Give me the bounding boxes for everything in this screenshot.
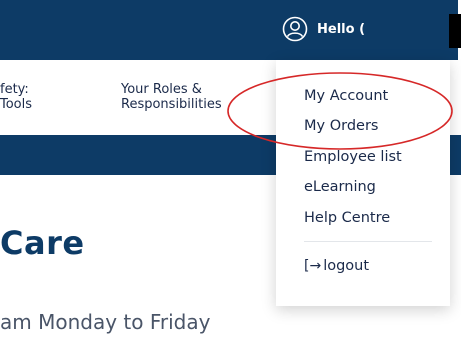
menu-item-my-orders[interactable]: My Orders: [304, 118, 378, 134]
subnav-item-line2: Responsibilities: [121, 97, 222, 112]
menu-item-my-account[interactable]: My Account: [304, 88, 388, 104]
header-edge-block: [449, 14, 461, 48]
menu-item-employee-list[interactable]: Employee list: [304, 149, 402, 165]
menu-divider: [304, 241, 432, 242]
menu-item-elearning[interactable]: eLearning: [304, 179, 376, 195]
page-title: Care: [0, 224, 85, 262]
top-header-bar: [0, 0, 458, 60]
subnav-item-safety-tools[interactable]: fety: Tools: [0, 82, 32, 112]
logout-icon: [→: [304, 258, 322, 274]
account-dropdown-menu: My Account My Orders Employee list eLear…: [276, 60, 450, 306]
user-menu-toggle[interactable]: Hello (: [282, 16, 365, 42]
user-greeting: Hello (: [317, 21, 366, 37]
subnav-item-line1: Your Roles &: [121, 82, 202, 97]
user-circle-icon: [282, 16, 308, 42]
logout-button[interactable]: [→ logout: [304, 258, 369, 274]
subnav-item-line2: Tools: [0, 97, 33, 112]
subnav-item-roles[interactable]: Your Roles & Responsibilities: [121, 82, 222, 112]
logout-label: logout: [323, 258, 370, 274]
subnav-item-line1: fety:: [0, 82, 29, 97]
hours-text: am Monday to Friday: [0, 310, 211, 334]
menu-item-help-centre[interactable]: Help Centre: [304, 210, 390, 226]
